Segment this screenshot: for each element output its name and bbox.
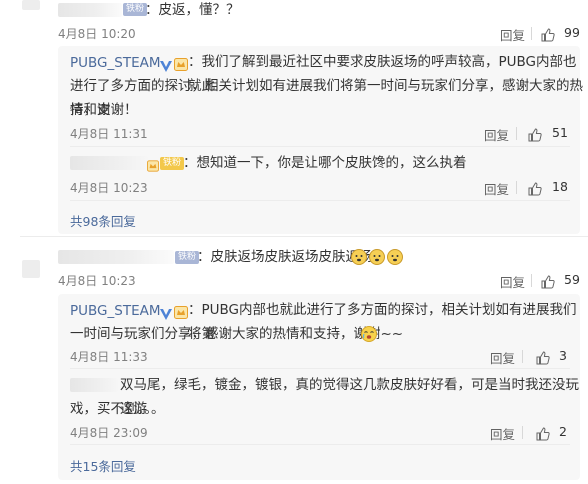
more-replies-link[interactable]: 共98条回复: [70, 211, 136, 230]
reply-date: 4月8日 11:31: [70, 127, 148, 141]
reply-author-link[interactable]: PUBG_STEAM: [70, 303, 161, 319]
reply-divider: [70, 368, 570, 369]
commenter-name[interactable]: [58, 250, 174, 264]
more-replies-link[interactable]: 共15条回复: [70, 456, 136, 475]
vip-badge: [174, 304, 188, 323]
like-count: 2: [559, 424, 567, 439]
fan-badge: 铁粉: [160, 157, 185, 170]
action-separator: [531, 274, 532, 287]
reply-text-line: 戏，买不到。。。: [70, 401, 165, 417]
reply-divider: [70, 146, 570, 147]
commenter-avatar[interactable]: [22, 0, 40, 10]
commenter-name[interactable]: [58, 3, 122, 17]
reply-button[interactable]: 回复: [490, 348, 515, 367]
comment-date: 4月8日 10:20: [58, 27, 136, 41]
verified-badge: [159, 303, 173, 322]
like-count: 51: [552, 125, 568, 140]
vip-crown-icon: [174, 306, 188, 319]
reply-button[interactable]: 回复: [500, 25, 525, 44]
like-count: 59: [564, 272, 580, 287]
thumb-up-icon: [528, 181, 542, 195]
like-count: 99: [564, 25, 580, 40]
fan-badge: 铁粉: [123, 3, 148, 16]
vip-crown-icon: [147, 160, 159, 172]
emoji: [360, 325, 378, 347]
thumb-up-icon: [536, 426, 550, 440]
like-button[interactable]: [528, 124, 542, 143]
verified-v-icon: [160, 308, 172, 320]
reply-date: 4月8日 10:23: [70, 181, 148, 195]
action-separator: [531, 27, 532, 40]
reply-text-line: 一时间与玩家们分享，感谢大家的热情和支持，谢谢~~: [70, 326, 404, 342]
vip-badge: [147, 157, 159, 176]
doge-emoji-icon: [351, 249, 403, 265]
verified-badge: [159, 55, 173, 74]
thumb-up-icon: [528, 127, 542, 141]
vip-crown-icon: [174, 58, 188, 71]
comment-divider: [20, 236, 588, 237]
reply-text-line: 双马尾，绿毛，镀金，镀银，真的觉得这几款皮肤好好看，可是当时我还没玩这游: [120, 377, 579, 417]
reply-date: 4月8日 11:33: [70, 350, 148, 364]
reply-author-name[interactable]: [70, 378, 118, 392]
like-button[interactable]: [541, 271, 555, 290]
fan-badge: 铁粉: [175, 251, 200, 264]
thumb-up-icon: [541, 274, 555, 288]
comment-text: ：皮肤返场皮肤返场皮肤返场: [197, 249, 373, 265]
reply-button[interactable]: 回复: [484, 125, 509, 144]
reply-button[interactable]: 回复: [500, 272, 525, 291]
reply-button[interactable]: 回复: [484, 179, 509, 198]
thumb-up-icon: [536, 350, 550, 364]
action-separator: [516, 181, 517, 194]
verified-v-icon: [160, 60, 172, 72]
vip-badge: [174, 56, 188, 75]
reply-button[interactable]: 回复: [490, 424, 515, 443]
like-button[interactable]: [541, 24, 555, 43]
reply-divider: [70, 200, 570, 201]
like-button[interactable]: [528, 178, 542, 197]
action-separator: [516, 127, 517, 140]
action-separator: [522, 426, 523, 439]
reply-date: 4月8日 23:09: [70, 426, 148, 440]
reply-text: ：想知道一下，你是让哪个皮肤馋的，这么执着: [183, 155, 467, 171]
comment-date: 4月8日 10:23: [58, 274, 136, 288]
like-count: 3: [559, 348, 567, 363]
reply-author-link[interactable]: PUBG_STEAM: [70, 55, 161, 71]
like-count: 18: [552, 179, 568, 194]
reply-author-name[interactable]: [70, 156, 148, 170]
like-button[interactable]: [536, 347, 550, 366]
emoji-group: [350, 248, 404, 270]
comment-text: ：皮返，懂？？: [145, 2, 240, 18]
reply-text-line: 进行了多方面的探讨，相关计划如有进展我们将第一时间与玩家们分享，感谢大家的热情和…: [70, 78, 583, 118]
commenter-avatar[interactable]: [22, 260, 40, 278]
cry-laugh-emoji-icon: [361, 326, 377, 342]
thumb-up-icon: [541, 27, 555, 41]
reply-text-line: 持，谢谢！: [70, 102, 138, 118]
action-separator: [522, 350, 523, 363]
reply-divider: [70, 444, 570, 445]
like-button[interactable]: [536, 423, 550, 442]
